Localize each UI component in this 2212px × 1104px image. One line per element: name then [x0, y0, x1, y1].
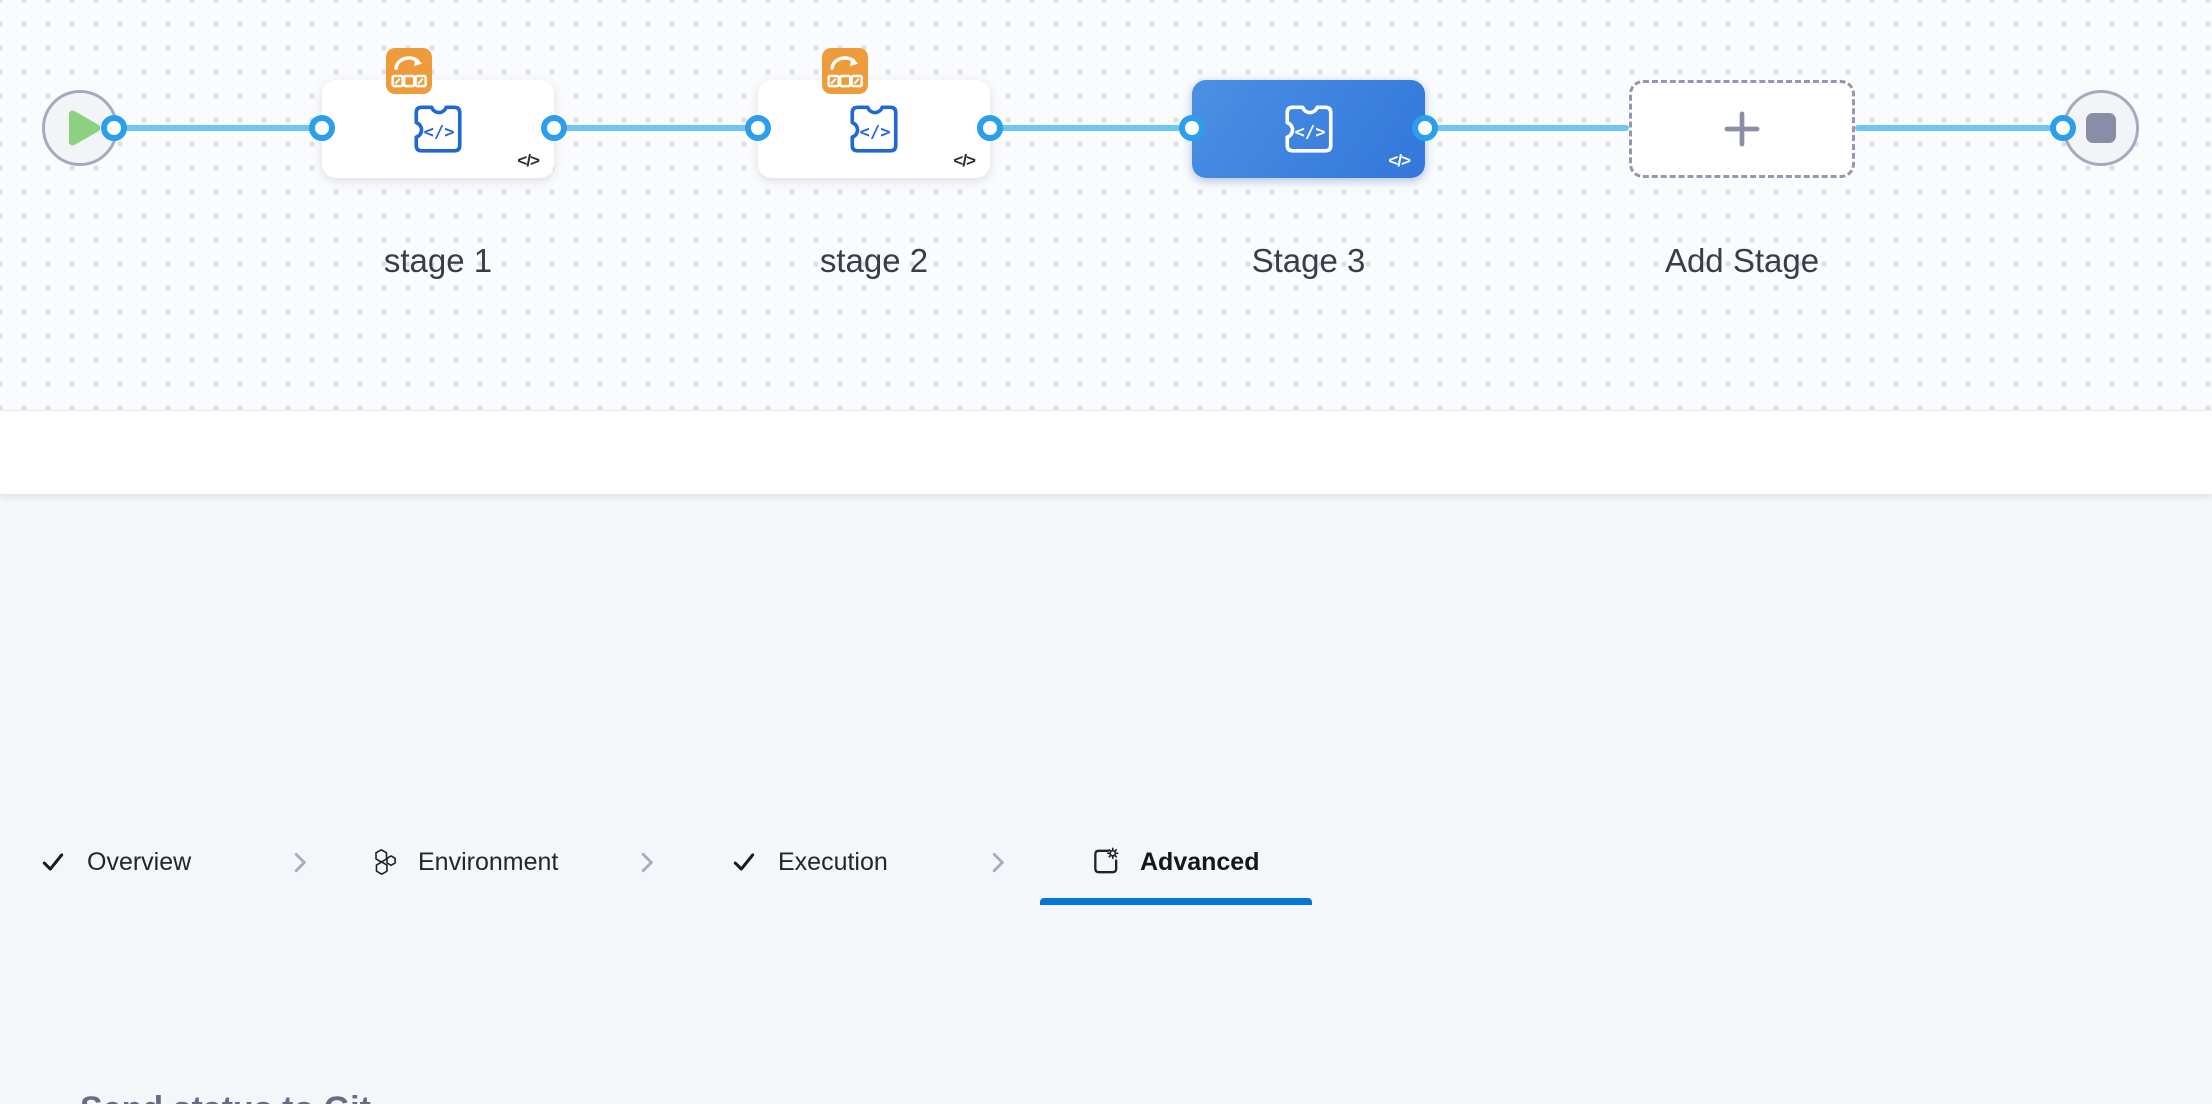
tab-overview[interactable]: Overview: [87, 848, 191, 877]
stage-1-label: stage 1: [322, 242, 554, 280]
link-port[interactable]: [2050, 115, 2076, 141]
pipeline-canvas[interactable]: </> </> </> </> </> </>: [0, 0, 2212, 410]
add-stage-label: Add Stage: [1629, 242, 1855, 280]
chevron-right-icon: [634, 849, 660, 875]
svg-text:</>: </>: [1294, 122, 1325, 142]
stage-3-label: Stage 3: [1192, 242, 1425, 280]
stage-2-label: stage 2: [758, 242, 990, 280]
script-tag-label: </>: [517, 151, 539, 171]
environment-hexagons-icon: [370, 847, 400, 877]
active-tab-underline: [1040, 898, 1312, 905]
connector-line: [1855, 125, 2063, 131]
link-port[interactable]: [1179, 115, 1205, 141]
check-icon: [40, 849, 66, 875]
tab-execution[interactable]: Execution: [778, 848, 888, 877]
connector-line: [990, 125, 1192, 131]
stage-node-1[interactable]: </> </>: [322, 80, 554, 178]
section-title: Send status to Git: [80, 1090, 371, 1104]
advanced-tab-panel: Send status to Git For pipelines trigger…: [0, 494, 2212, 1104]
pipeline-stage-editor: </> </> </> </> </> </>: [0, 0, 2212, 1104]
link-port[interactable]: [745, 115, 771, 141]
svg-text:</>: </>: [860, 122, 891, 142]
chevron-right-icon: [287, 849, 313, 875]
stage-tabs: Overview Environment Execution: [0, 410, 2212, 494]
link-port[interactable]: [541, 115, 567, 141]
advanced-settings-icon: [1090, 846, 1121, 877]
chevron-right-icon: [985, 849, 1011, 875]
connector-line: [554, 125, 758, 131]
script-tag-label: </>: [1388, 151, 1410, 171]
plus-icon: [1720, 107, 1764, 151]
connector-line: [114, 125, 322, 131]
link-port[interactable]: [309, 115, 335, 141]
rolling-deployment-badge-icon: [822, 48, 868, 94]
stage-node-3-selected[interactable]: </> </>: [1192, 80, 1425, 178]
link-port[interactable]: [1412, 115, 1438, 141]
custom-stage-puzzle-icon: </>: [845, 100, 903, 158]
custom-stage-puzzle-icon: </>: [409, 100, 467, 158]
script-tag-label: </>: [953, 151, 975, 171]
svg-text:</>: </>: [424, 122, 455, 142]
link-port[interactable]: [101, 115, 127, 141]
rolling-deployment-badge-icon: [386, 48, 432, 94]
stage-node-2[interactable]: </> </>: [758, 80, 990, 178]
link-port[interactable]: [977, 115, 1003, 141]
custom-stage-puzzle-icon: </>: [1280, 100, 1338, 158]
check-icon: [731, 849, 757, 875]
stop-icon: [2086, 113, 2116, 143]
tab-advanced-active[interactable]: Advanced: [1140, 848, 1259, 877]
connector-line: [1425, 125, 1629, 131]
tab-environment[interactable]: Environment: [418, 848, 558, 877]
add-stage-button[interactable]: [1629, 80, 1855, 178]
